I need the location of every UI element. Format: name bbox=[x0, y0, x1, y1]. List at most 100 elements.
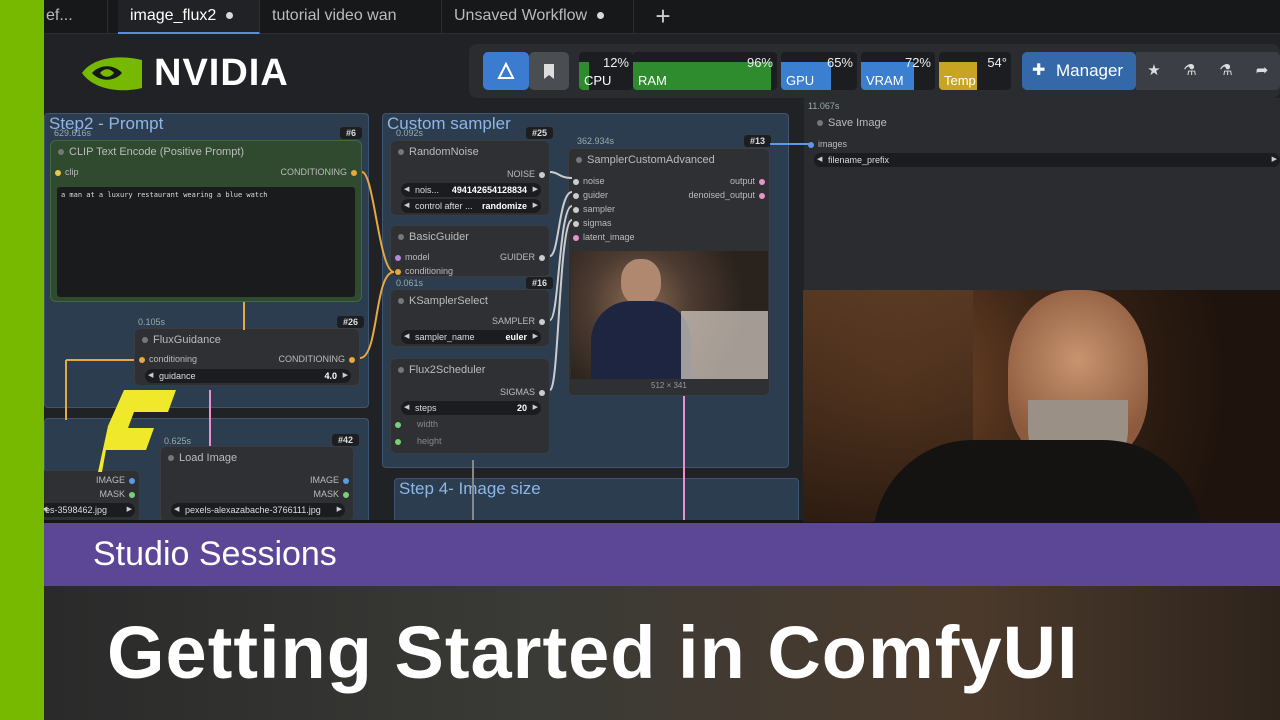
output-dot[interactable] bbox=[759, 179, 765, 185]
gpu-meter: GPU 65% bbox=[781, 52, 857, 90]
output-mask: MASK bbox=[313, 489, 339, 499]
input-dot[interactable] bbox=[573, 221, 579, 227]
input-sampler: sampler bbox=[583, 204, 616, 214]
widget-value: randomize bbox=[481, 201, 527, 211]
share-button[interactable]: ➦ bbox=[1244, 52, 1280, 90]
node-save-image[interactable]: 11.067s Save Image images filename_prefi… bbox=[804, 98, 1280, 290]
output-guider: GUIDER bbox=[499, 252, 535, 262]
input-dot[interactable] bbox=[395, 255, 401, 261]
bookmark-button[interactable] bbox=[529, 52, 569, 90]
node-title: BasicGuider bbox=[391, 226, 549, 248]
model-alt-button[interactable]: ⚗ bbox=[1208, 52, 1244, 90]
star-icon: ★ bbox=[1147, 62, 1161, 79]
node-title: CLIP Text Encode (Positive Prompt) bbox=[51, 141, 361, 163]
nvidia-eye-icon bbox=[82, 57, 142, 91]
output-output: output bbox=[729, 176, 755, 186]
tab-unsaved-workflow[interactable]: Unsaved Workflow bbox=[442, 0, 634, 34]
guidance-widget[interactable]: guidance 4.0 bbox=[145, 369, 351, 383]
output-dot[interactable] bbox=[129, 478, 135, 484]
node-id-badge: #26 bbox=[337, 316, 365, 328]
widget-label: filename_prefix bbox=[828, 155, 890, 165]
input-dot[interactable] bbox=[395, 439, 401, 445]
output-sampler: SAMPLER bbox=[491, 316, 535, 326]
node-flux-guidance[interactable]: FluxGuidance conditioning CONDITIONING g… bbox=[134, 328, 360, 386]
output-dot[interactable] bbox=[351, 170, 357, 176]
workflow-tab-bar: ef... image_flux2 tutorial video wan Uns… bbox=[44, 0, 1280, 34]
input-dot[interactable] bbox=[55, 170, 61, 176]
manager-label: Manager bbox=[1056, 61, 1124, 80]
tab-ef[interactable]: ef... bbox=[44, 0, 108, 34]
output-conditioning: CONDITIONING bbox=[278, 354, 346, 364]
node-sampler-custom-advanced[interactable]: SamplerCustomAdvanced noise guider sampl… bbox=[568, 148, 770, 396]
node-id-badge: #42 bbox=[332, 434, 360, 446]
studio-sessions-label: Studio Sessions bbox=[93, 535, 337, 573]
output-dot[interactable] bbox=[759, 193, 765, 199]
input-height: height bbox=[417, 436, 442, 446]
node-random-noise[interactable]: RandomNoise NOISE nois... 494142654128834… bbox=[390, 140, 550, 216]
ram-value: 96% bbox=[746, 55, 773, 70]
input-dot[interactable] bbox=[139, 357, 145, 363]
node-basic-guider[interactable]: BasicGuider model GUIDER conditioning bbox=[390, 225, 550, 277]
gpu-label: GPU bbox=[786, 73, 815, 88]
tab-image-flux2[interactable]: image_flux2 bbox=[118, 0, 260, 34]
node-flux2-scheduler[interactable]: Flux2Scheduler SIGMAS steps 20 width heig… bbox=[390, 358, 550, 454]
node-ksampler-select[interactable]: KSamplerSelect SAMPLER sampler_name euler bbox=[390, 289, 550, 347]
sampler-name-widget[interactable]: sampler_name euler bbox=[401, 330, 541, 344]
queue-button[interactable] bbox=[483, 52, 529, 90]
output-conditioning: CONDITIONING bbox=[280, 167, 348, 177]
steps-widget[interactable]: steps 20 bbox=[401, 401, 541, 415]
output-dot[interactable] bbox=[343, 492, 349, 498]
input-dot[interactable] bbox=[573, 207, 579, 213]
node-time: 11.067s bbox=[808, 101, 840, 111]
portrait-photo bbox=[803, 290, 1280, 522]
output-dot[interactable] bbox=[539, 172, 545, 178]
output-dot[interactable] bbox=[539, 390, 545, 396]
input-dot[interactable] bbox=[573, 235, 579, 241]
gpu-value: 65% bbox=[826, 55, 853, 70]
output-dot[interactable] bbox=[539, 255, 545, 261]
input-dot[interactable] bbox=[573, 193, 579, 199]
control-after-widget[interactable]: control after ... randomize bbox=[401, 199, 541, 213]
input-sigmas: sigmas bbox=[583, 218, 612, 228]
comfyui-logo-icon bbox=[98, 390, 176, 472]
output-dot[interactable] bbox=[343, 478, 349, 484]
bookmark-icon bbox=[544, 64, 554, 79]
node-load-image[interactable]: Load Image IMAGE MASK pexels-alexazabach… bbox=[160, 446, 354, 520]
node-load-image-left[interactable]: IMAGE MASK es-3598462.jpg bbox=[44, 470, 140, 520]
model-button[interactable]: ⚗ bbox=[1172, 52, 1208, 90]
input-dot[interactable] bbox=[573, 179, 579, 185]
widget-label: steps bbox=[415, 403, 437, 413]
input-guider: guider bbox=[583, 190, 609, 200]
preview-jacket bbox=[591, 301, 691, 379]
input-dot[interactable] bbox=[395, 422, 401, 428]
nvidia-green-sidebar bbox=[0, 0, 44, 720]
group-image-size[interactable]: Step 4- Image size bbox=[394, 478, 799, 520]
temp-label: Temp bbox=[944, 73, 976, 88]
manager-button[interactable]: ✚ Manager bbox=[1022, 52, 1136, 90]
widget-value: es-3598462.jpg bbox=[45, 505, 108, 515]
tab-tutorial-video-wan[interactable]: tutorial video wan bbox=[260, 0, 442, 34]
filename-prefix-widget[interactable]: filename_prefix bbox=[814, 153, 1280, 167]
prompt-textarea[interactable]: a man at a luxury restaurant wearing a b… bbox=[57, 187, 355, 297]
widget-value: euler bbox=[505, 332, 527, 342]
star-button[interactable]: ★ bbox=[1136, 52, 1172, 90]
new-tab-plus-icon[interactable]: + bbox=[649, 2, 677, 30]
cpu-value: 12% bbox=[602, 55, 629, 70]
vram-value: 72% bbox=[904, 55, 931, 70]
node-title: SamplerCustomAdvanced bbox=[569, 149, 769, 171]
input-dot[interactable] bbox=[395, 269, 401, 275]
output-dot[interactable] bbox=[349, 357, 355, 363]
input-dot[interactable] bbox=[808, 142, 814, 148]
node-time: 0.092s bbox=[396, 128, 424, 138]
noise-seed-widget[interactable]: nois... 494142654128834 bbox=[401, 183, 541, 197]
output-dot[interactable] bbox=[129, 492, 135, 498]
widget-label: control after ... bbox=[415, 201, 473, 211]
image-file-widget[interactable]: pexels-alexazabache-3766111.jpg bbox=[171, 503, 345, 517]
output-dot[interactable] bbox=[539, 319, 545, 325]
unsaved-dot-icon bbox=[597, 12, 605, 20]
image-file-widget[interactable]: es-3598462.jpg bbox=[44, 503, 135, 517]
input-conditioning: conditioning bbox=[149, 354, 198, 364]
tab-label: tutorial video wan bbox=[272, 7, 397, 24]
vram-meter: VRAM 72% bbox=[861, 52, 935, 90]
node-clip-text-encode[interactable]: CLIP Text Encode (Positive Prompt) clip … bbox=[50, 140, 362, 302]
